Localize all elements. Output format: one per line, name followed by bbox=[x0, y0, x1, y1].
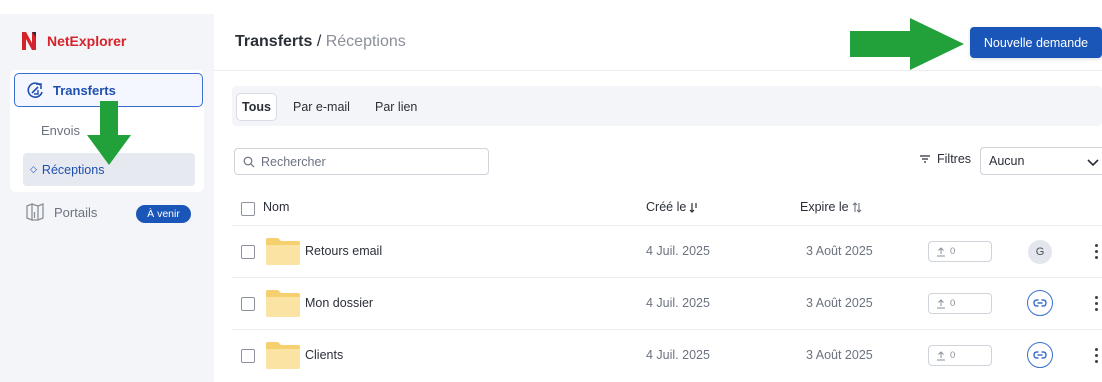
top-strip bbox=[214, 0, 1102, 14]
new-request-button[interactable]: Nouvelle demande bbox=[970, 27, 1102, 58]
annotation-arrow-down-icon bbox=[87, 101, 131, 165]
portal-icon bbox=[26, 203, 44, 221]
row-created: 4 Juil. 2025 bbox=[646, 348, 710, 362]
header-divider bbox=[214, 70, 1102, 71]
row-expires: 3 Août 2025 bbox=[806, 348, 873, 362]
select-all-checkbox[interactable] bbox=[241, 202, 255, 216]
row-expires: 3 Août 2025 bbox=[806, 244, 873, 258]
column-header-label: Expire le bbox=[800, 200, 849, 214]
upload-count: 0 bbox=[928, 241, 992, 262]
row-name[interactable]: Retours email bbox=[305, 244, 382, 258]
tab-par-lien[interactable]: Par lien bbox=[375, 93, 417, 121]
upload-count: 0 bbox=[928, 293, 992, 314]
more-options-icon[interactable] bbox=[1090, 291, 1102, 315]
column-header-label: Nom bbox=[263, 200, 290, 214]
main-content: Transferts / Réceptions Nouvelle demande… bbox=[214, 0, 1102, 382]
link-icon bbox=[1033, 299, 1047, 307]
sidebar-top-strip bbox=[0, 0, 214, 14]
row-checkbox[interactable] bbox=[241, 245, 255, 259]
sidebar-item-label: Portails bbox=[54, 204, 98, 220]
table-row[interactable]: Retours email 4 Juil. 2025 3 Août 2025 0… bbox=[232, 225, 1102, 277]
folder-icon bbox=[266, 238, 300, 265]
table-header: Nom Créé le Expire le bbox=[232, 193, 1102, 225]
row-created: 4 Juil. 2025 bbox=[646, 244, 710, 258]
link-button[interactable] bbox=[1027, 342, 1053, 368]
filter-icon bbox=[920, 155, 930, 163]
link-icon bbox=[1033, 351, 1047, 359]
folder-icon bbox=[266, 290, 300, 317]
row-name[interactable]: Mon dossier bbox=[305, 296, 373, 310]
transfer-icon bbox=[27, 82, 43, 98]
table-row[interactable]: Mon dossier 4 Juil. 2025 3 Août 2025 0 bbox=[232, 277, 1102, 329]
sort-icon bbox=[852, 201, 862, 213]
more-options-icon[interactable] bbox=[1090, 343, 1102, 367]
diamond-icon: ◇ bbox=[30, 164, 37, 174]
column-header-expires[interactable]: Expire le bbox=[800, 200, 862, 214]
upload-icon bbox=[937, 246, 945, 256]
sidebar-item-portails[interactable]: Portails bbox=[25, 203, 97, 221]
upload-count-value: 0 bbox=[950, 246, 956, 257]
filters-toggle[interactable]: Filtres bbox=[919, 152, 971, 166]
filters-selected-value: Aucun bbox=[989, 154, 1025, 168]
status-badge: À venir bbox=[136, 205, 191, 223]
upload-count: 0 bbox=[928, 345, 992, 366]
row-created: 4 Juil. 2025 bbox=[646, 296, 710, 310]
row-checkbox[interactable] bbox=[241, 349, 255, 363]
tab-tous[interactable]: Tous bbox=[236, 93, 277, 121]
sort-descending-icon bbox=[689, 202, 697, 213]
netexplorer-logo-icon bbox=[22, 32, 36, 50]
link-button[interactable] bbox=[1027, 290, 1053, 316]
column-header-label: Créé le bbox=[646, 200, 687, 214]
search-input[interactable] bbox=[261, 154, 481, 169]
breadcrumb-separator: / bbox=[312, 33, 326, 50]
tab-par-email[interactable]: Par e-mail bbox=[293, 93, 350, 121]
avatar[interactable]: G bbox=[1028, 240, 1052, 264]
upload-count-value: 0 bbox=[950, 350, 956, 361]
breadcrumb: Transferts / Réceptions bbox=[235, 33, 406, 51]
search-box bbox=[234, 148, 489, 175]
sidebar-item-label: Transferts bbox=[53, 82, 116, 98]
row-expires: 3 Août 2025 bbox=[806, 296, 873, 310]
row-name[interactable]: Clients bbox=[305, 348, 343, 362]
upload-icon bbox=[937, 350, 945, 360]
upload-count-value: 0 bbox=[950, 298, 956, 309]
logo[interactable]: NetExplorer bbox=[20, 30, 126, 52]
column-header-created[interactable]: Créé le bbox=[646, 200, 699, 214]
row-checkbox[interactable] bbox=[241, 297, 255, 311]
app-name: NetExplorer bbox=[47, 33, 127, 49]
more-options-icon[interactable] bbox=[1090, 239, 1102, 263]
search-icon bbox=[243, 156, 255, 167]
column-header-name[interactable]: Nom bbox=[263, 200, 289, 214]
breadcrumb-root[interactable]: Transferts bbox=[235, 33, 312, 50]
annotation-arrow-right-icon bbox=[850, 18, 964, 70]
chevron-down-icon bbox=[1087, 159, 1099, 167]
tabs-bar: Tous Par e-mail Par lien bbox=[232, 86, 1102, 126]
filters-label: Filtres bbox=[937, 152, 972, 166]
breadcrumb-current: Réceptions bbox=[325, 33, 406, 50]
sidebar: NetExplorer Transferts Envois ◇ Réceptio… bbox=[0, 0, 214, 382]
upload-icon bbox=[937, 298, 945, 308]
folder-icon bbox=[266, 342, 300, 369]
sidebar-item-envois[interactable]: Envois bbox=[41, 123, 80, 138]
filters-select[interactable]: Aucun bbox=[980, 147, 1102, 175]
table-row[interactable]: Clients 4 Juil. 2025 3 Août 2025 0 bbox=[232, 329, 1102, 381]
